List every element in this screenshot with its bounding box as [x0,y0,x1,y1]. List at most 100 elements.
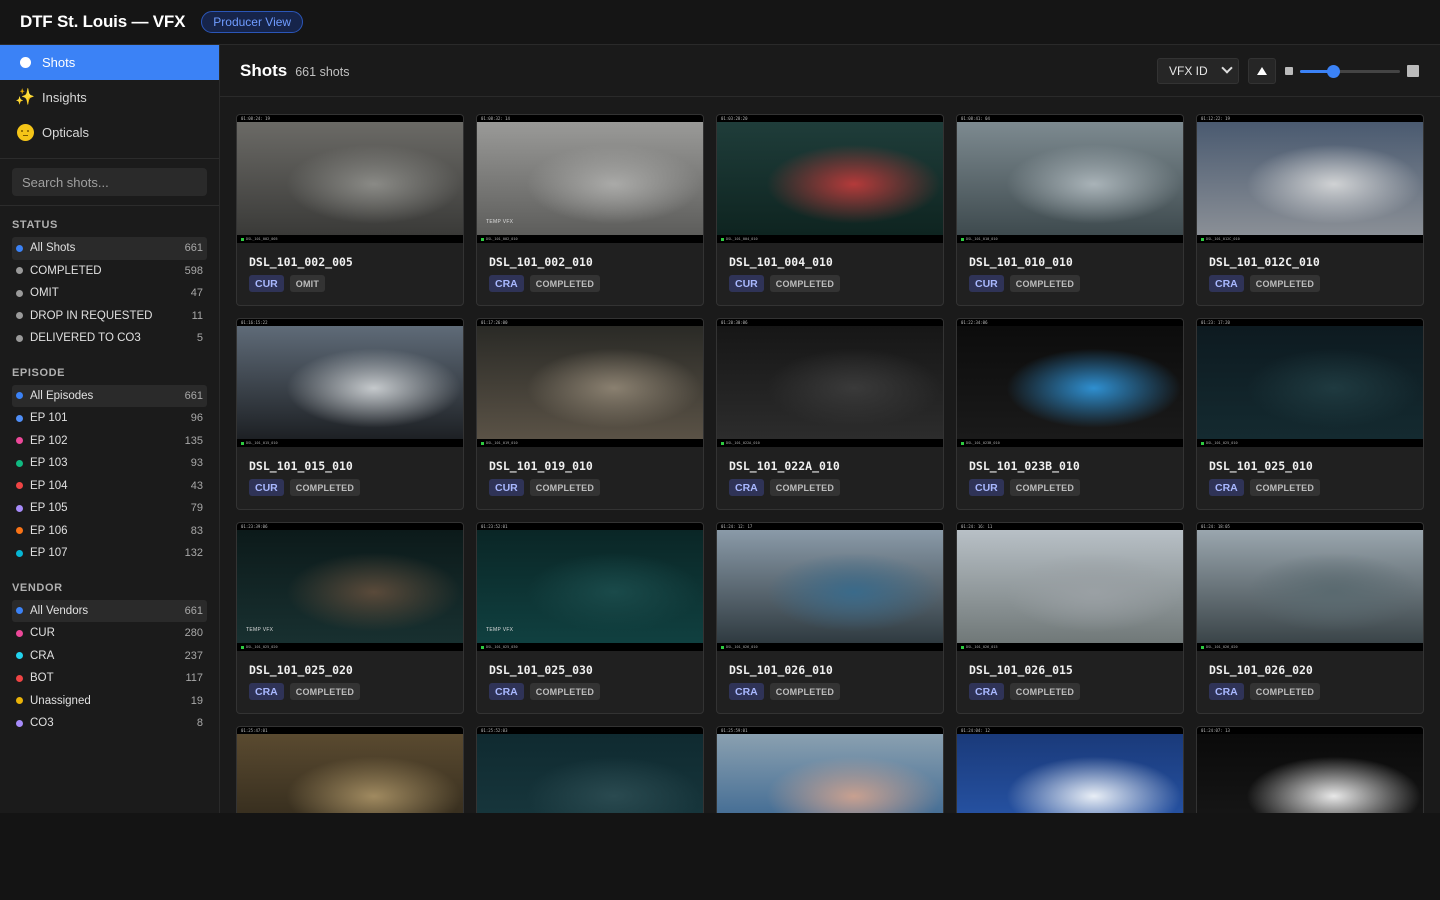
slider-thumb[interactable] [1327,65,1340,78]
episode-filter-item[interactable]: EP 107 132 [12,542,207,565]
burn-in-shot-label: DSL_101_026_010 [721,645,758,649]
shot-name: DSL_101_002_005 [249,255,353,269]
color-dot-icon [16,459,23,467]
thumb-size-slider[interactable] [1300,65,1400,78]
vendor-filter-item[interactable]: CO3 8 [12,712,207,735]
vendor-filter-item[interactable]: CUR 280 [12,622,207,645]
status-filter-item[interactable]: All Shots 661 [12,237,207,260]
shot-card[interactable]: 01:24: 16: 11 DSL_101_026_015 DSL_101_026_… [956,522,1184,714]
vendor-filter-item[interactable]: BOT 117 [12,667,207,690]
filter-label: CO3 [30,717,54,730]
vendor-badge: CRA [1209,479,1244,496]
filter-label: CUR [30,627,55,640]
shot-card[interactable]: 01:25:59:01 [716,726,944,813]
episode-filter-item[interactable]: EP 106 83 [12,520,207,543]
shot-thumbnail: 01:25:52:03 [477,727,703,813]
episode-filter-item[interactable]: EP 103 93 [12,452,207,475]
color-dot-icon [16,504,23,512]
shot-thumbnail: 01:25:59:01 [717,727,943,813]
shot-card[interactable]: 01:20:30:06 DSL_101_022A_010 DSL_101_022A_… [716,318,944,510]
vendor-filter-item[interactable]: All Vendors 661 [12,599,207,622]
shot-card[interactable]: 01:25:52:03 [476,726,704,813]
nav-item-opticals[interactable]: Opticals [0,115,219,150]
color-dot-icon [16,437,23,445]
large-size-icon[interactable] [1407,65,1419,77]
search-wrap [0,159,219,205]
shot-card[interactable]: 01:24:07: 13 [1196,726,1424,813]
color-dot-icon [16,607,23,615]
search-input[interactable] [12,168,207,196]
color-dot-icon [16,267,23,275]
filter-label: EP 107 [30,547,68,560]
shot-card[interactable]: 01:24: 12: 17 DSL_101_026_010 DSL_101_026_… [716,522,944,714]
filter-count: 132 [184,547,203,560]
temp-vfx-label: TEMP VFX [486,627,514,633]
status-filter-item[interactable]: DROP IN REQUESTED 11 [12,305,207,328]
sidebar: Shots ✨ Insights Opticals STATUS All Sho… [0,45,220,813]
view-badge[interactable]: Producer View [201,11,304,33]
status-filter-item[interactable]: DELIVERED TO CO3 5 [12,327,207,350]
frame-image [237,326,463,439]
status-badge: COMPLETED [769,479,841,496]
shot-card[interactable]: 01:22:34:06 DSL_101_023B_010 DSL_101_023B_… [956,318,1184,510]
shot-name: DSL_101_025_030 [489,663,593,677]
status-badge: COMPLETED [769,683,841,700]
filter-label: All Vendors [30,604,89,617]
burn-in-shot-label: DSL_101_002_005 [241,237,278,241]
episode-filter-item[interactable]: EP 102 135 [12,430,207,453]
nav-item-insights[interactable]: ✨ Insights [0,80,219,115]
vendor-filter-item[interactable]: Unassigned 19 [12,690,207,713]
shot-card[interactable]: 01:25:47:01 [236,726,464,813]
burn-in-shot-label: DSL_101_025_030 [481,645,518,649]
shot-name: DSL_101_026_015 [969,663,1073,677]
nav-list: Shots ✨ Insights Opticals [0,45,219,150]
shot-card[interactable]: 01:12:22: 19 DSL_101_012C_010 DSL_101_012C… [1196,114,1424,306]
episode-filter-item[interactable]: EP 105 79 [12,497,207,520]
episode-filter-item[interactable]: EP 101 96 [12,407,207,430]
color-dot-icon [16,244,23,252]
triangle-up-icon [1257,67,1267,75]
filter-count: 8 [196,717,203,730]
shot-card[interactable]: 01:23: 17:20 DSL_101_025_010 DSL_101_025_0… [1196,318,1424,510]
shot-card[interactable]: 01:08:24: 19 DSL_101_002_005 DSL_101_002_0… [236,114,464,306]
vendor-filter-item[interactable]: CRA 237 [12,645,207,668]
frame-image [1197,122,1423,235]
timecode-label: 01:24: 18:05 [1201,524,1230,529]
sort-select[interactable]: VFX ID [1157,58,1239,84]
episode-filter-item[interactable]: EP 104 43 [12,475,207,498]
episode-filter-list: All Episodes 661 EP 101 96 EP 102 135 EP 103 93… [0,384,219,565]
frame-image [1197,326,1423,439]
shot-card[interactable]: 01:16:15:22 DSL_101_015_010 DSL_101_015_01… [236,318,464,510]
timecode-label: 01:23: 17:20 [1201,320,1230,325]
sort-direction-button[interactable] [1248,58,1276,84]
episode-filter-item[interactable]: All Episodes 661 [12,384,207,407]
frame-image [1197,734,1423,813]
vendor-badge: CRA [729,479,764,496]
shot-card[interactable]: 01:23:39:06 DSL_101_025_020 TEMP VFX DSL_10… [236,522,464,714]
burn-in-shot-label: DSL_101_004_010 [721,237,758,241]
shot-name: DSL_101_019_010 [489,459,593,473]
shot-card[interactable]: 01:23:52:01 DSL_101_025_030 TEMP VFX DSL_10… [476,522,704,714]
shot-thumbnail: 01:23: 17:20 DSL_101_025_010 [1197,319,1423,447]
page-title: Shots [240,60,288,80]
shot-name: DSL_101_025_020 [249,663,353,677]
status-badge: COMPLETED [1009,275,1081,292]
status-filter-item[interactable]: COMPLETED 598 [12,260,207,283]
shot-card[interactable]: 01:17:26:00 DSL_101_019_010 DSL_101_019_01… [476,318,704,510]
shot-tags: CUR COMPLETED [969,479,1081,496]
shot-card[interactable]: 01:08:41: 04 DSL_101_010_010 DSL_101_010_0… [956,114,1184,306]
small-size-icon[interactable] [1285,67,1293,75]
shot-name: DSL_101_010_010 [969,255,1073,269]
shot-card[interactable]: 01:03:28:20 DSL_101_004_010 DSL_101_004_01… [716,114,944,306]
status-filter-item[interactable]: OMIT 47 [12,282,207,305]
shot-thumbnail: 01:08:41: 04 DSL_101_010_010 [957,115,1183,243]
shot-card[interactable]: 01:24: 18:05 DSL_101_026_020 DSL_101_026_0… [1196,522,1424,714]
nav-label: Insights [42,90,87,105]
nav-item-shots[interactable]: Shots [0,45,219,80]
timecode-label: 01:24: 12: 17 [721,524,753,529]
filter-label: DROP IN REQUESTED [30,309,153,322]
shot-name: DSL_101_002_010 [489,255,593,269]
chevron-down-icon [1221,62,1233,74]
shot-card[interactable]: 01:08:32: 14 DSL_101_002_010 TEMP VFX DSL_1… [476,114,704,306]
shot-card[interactable]: 01:24:04: 12 [956,726,1184,813]
